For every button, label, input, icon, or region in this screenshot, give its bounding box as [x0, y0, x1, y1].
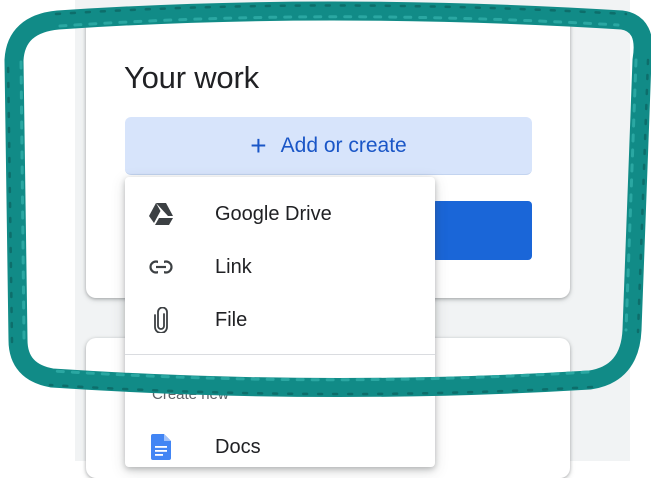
- create-new-section-label: Create new: [152, 386, 229, 403]
- menu-item-label: File: [215, 308, 248, 331]
- menu-divider: [125, 354, 435, 355]
- plus-icon: +: [250, 129, 267, 161]
- paperclip-icon: [147, 306, 175, 334]
- google-drive-icon: [147, 200, 175, 228]
- menu-item-google-drive[interactable]: Google Drive: [125, 191, 435, 237]
- add-or-create-button[interactable]: + Add or create: [125, 117, 532, 175]
- mark-as-done-button[interactable]: [432, 201, 532, 260]
- menu-item-label: Google Drive: [215, 202, 332, 225]
- menu-item-label: Docs: [215, 435, 261, 458]
- add-or-create-label: Add or create: [280, 133, 407, 157]
- docs-icon: [147, 433, 175, 461]
- link-icon: [147, 253, 175, 281]
- menu-item-label: Link: [215, 255, 252, 278]
- menu-item-file[interactable]: File: [125, 297, 435, 343]
- your-work-title: Your work: [124, 60, 259, 95]
- add-or-create-menu: Google Drive Link File Create new Docs: [125, 177, 435, 467]
- menu-item-link[interactable]: Link: [125, 244, 435, 290]
- menu-item-docs[interactable]: Docs: [125, 424, 435, 470]
